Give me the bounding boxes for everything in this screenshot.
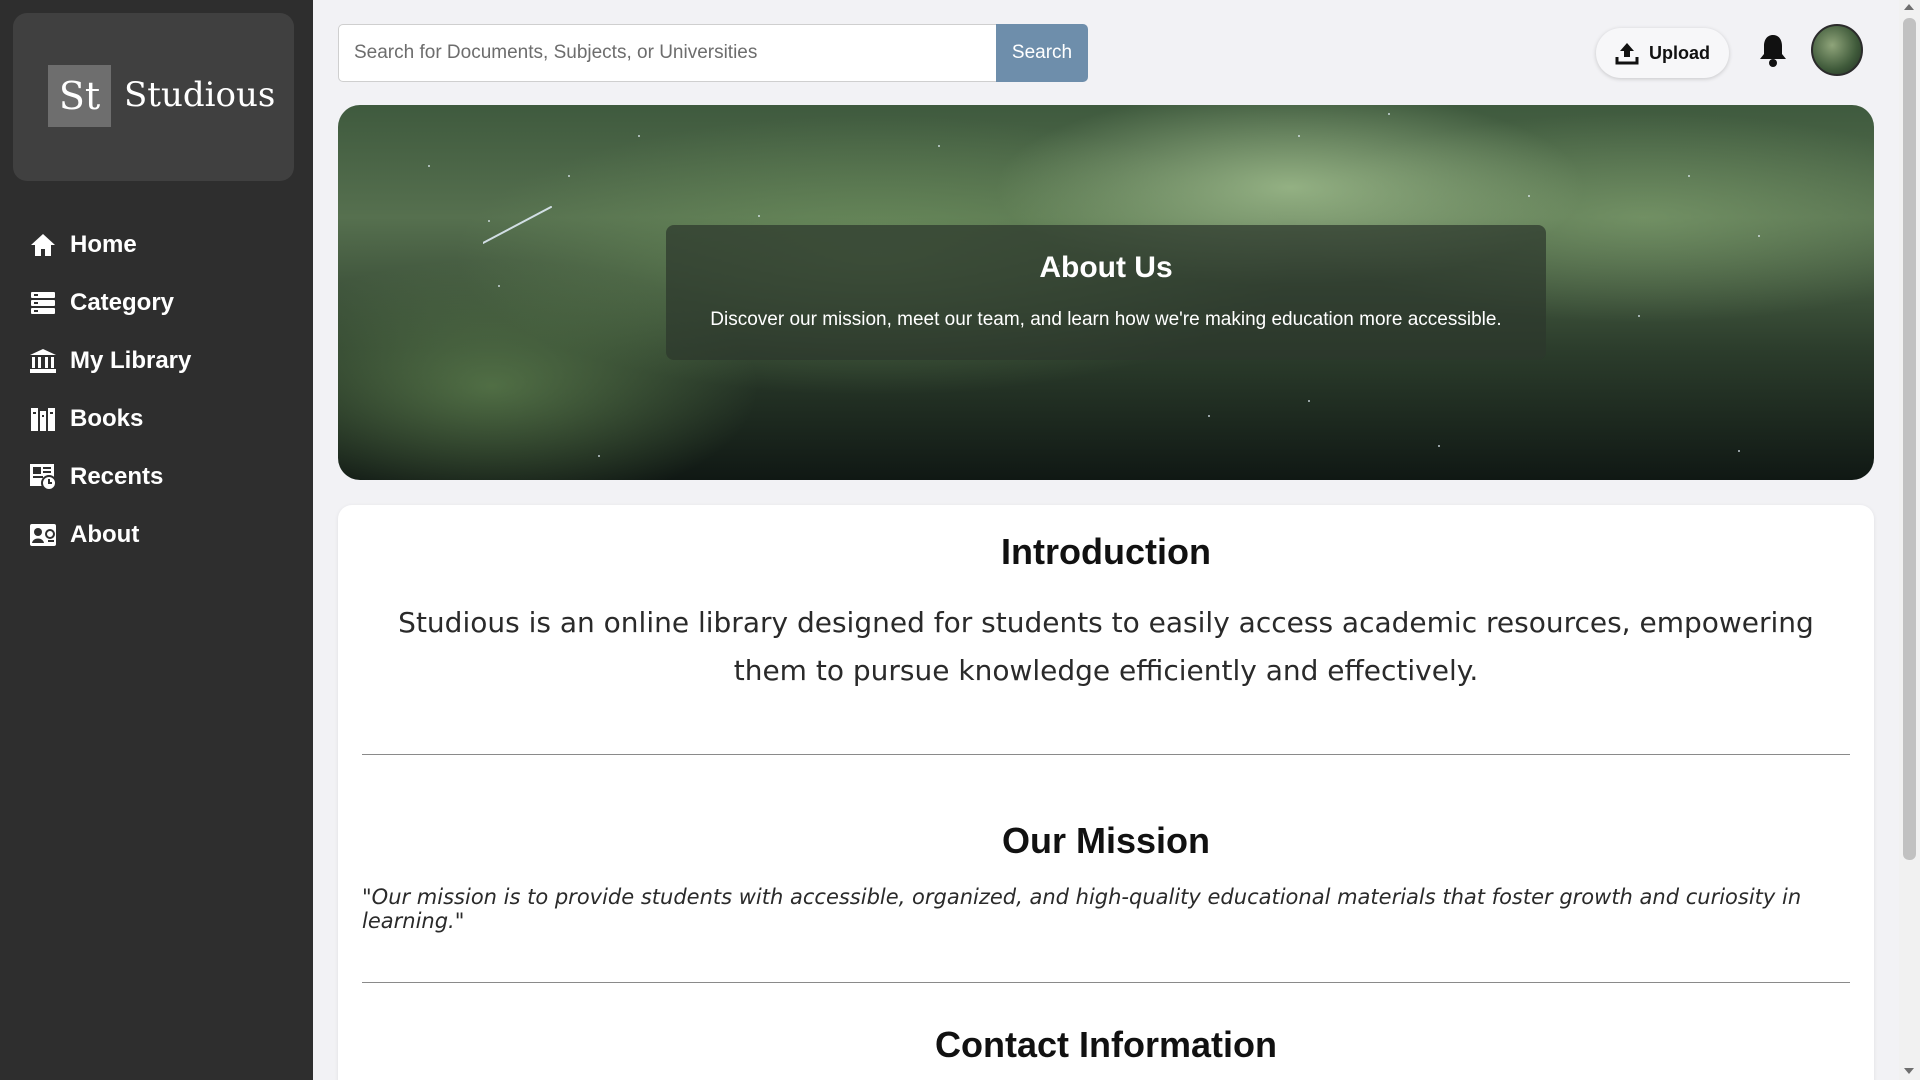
upload-icon: [1615, 43, 1639, 65]
mission-text: "Our mission is to provide students with…: [362, 885, 1802, 933]
scrollbar-thumb[interactable]: [1903, 18, 1916, 860]
brand-name: Studious: [124, 75, 276, 115]
divider: [362, 982, 1850, 983]
library-icon: [28, 346, 58, 376]
sidebar-item-about[interactable]: About: [0, 506, 313, 564]
divider: [362, 754, 1850, 755]
about-icon: [28, 520, 58, 550]
sidebar-item-category[interactable]: Category: [0, 274, 313, 332]
sidebar: St Studious Home Category My Library Boo…: [0, 0, 313, 1080]
hero-subtitle: Discover our mission, meet our team, and…: [710, 309, 1502, 330]
search-input[interactable]: [338, 24, 997, 82]
sidebar-item-label: Category: [70, 289, 175, 316]
sidebar-item-label: Books: [70, 405, 144, 432]
hero-banner: About Us Discover our mission, meet our …: [338, 105, 1874, 480]
sidebar-item-label: Recents: [70, 463, 164, 490]
mission-heading: Our Mission: [1001, 820, 1211, 861]
sidebar-item-my-library[interactable]: My Library: [0, 332, 313, 390]
books-icon: [28, 404, 58, 434]
recents-icon: [28, 462, 58, 492]
bell-icon[interactable]: [1758, 32, 1788, 68]
upload-label: Upload: [1649, 42, 1710, 63]
shooting-star: [483, 206, 552, 244]
sidebar-item-recents[interactable]: Recents: [0, 448, 313, 506]
contact-heading: Contact Information: [935, 1024, 1277, 1065]
intro-text: Studious is an online library designed f…: [398, 606, 1814, 687]
about-content: Introduction Studious is an online libra…: [338, 505, 1874, 1080]
avatar[interactable]: [1811, 24, 1863, 76]
search-button[interactable]: Search: [996, 24, 1088, 82]
sidebar-item-home[interactable]: Home: [0, 216, 313, 274]
page-title: About Us: [1039, 251, 1173, 284]
scroll-down-icon[interactable]: [1904, 1068, 1914, 1074]
brand-mark: St: [48, 65, 111, 127]
hero-card: About Us Discover our mission, meet our …: [666, 225, 1546, 360]
sidebar-item-label: My Library: [70, 347, 192, 374]
sidebar-item-label: Home: [70, 231, 137, 258]
sidebar-nav: Home Category My Library Books Recents A…: [0, 216, 313, 564]
category-icon: [28, 288, 58, 318]
intro-heading: Introduction: [1001, 531, 1211, 572]
upload-button[interactable]: Upload: [1596, 28, 1729, 78]
sidebar-item-label: About: [70, 521, 140, 548]
scroll-up-icon[interactable]: [1904, 4, 1914, 10]
scrollbar[interactable]: [1899, 0, 1920, 1080]
brand-logo[interactable]: St Studious: [13, 13, 294, 181]
home-icon: [28, 230, 58, 260]
sidebar-item-books[interactable]: Books: [0, 390, 313, 448]
